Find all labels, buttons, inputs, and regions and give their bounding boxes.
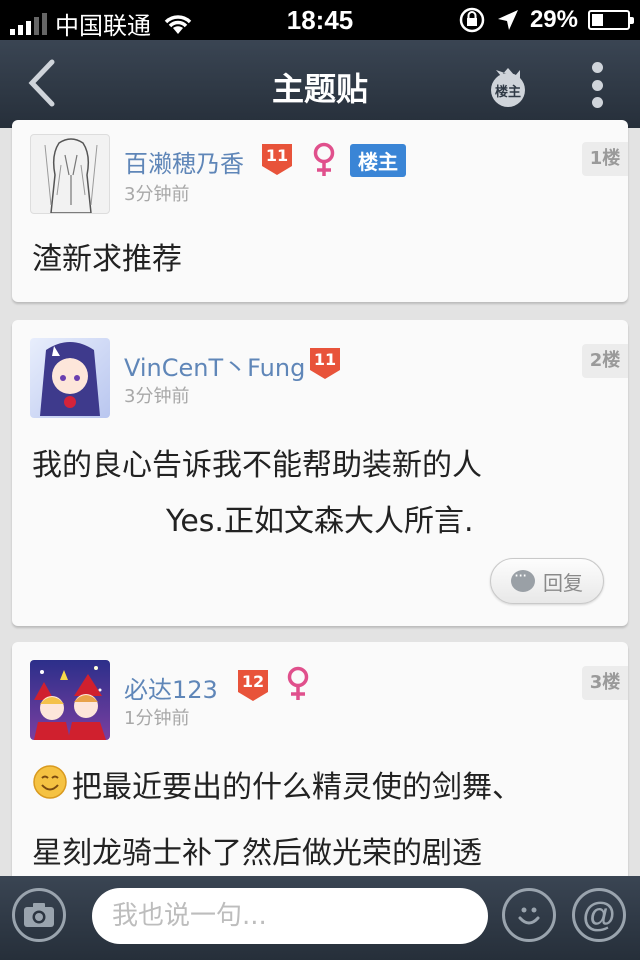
avatar[interactable] bbox=[30, 338, 110, 418]
post-time: 3分钟前 bbox=[124, 386, 190, 407]
post-content-line: 把最近要出的什么精灵使的剑舞、 bbox=[72, 770, 522, 805]
battery-percent: 29% bbox=[529, 6, 578, 33]
owner-filter-label: 楼主 bbox=[494, 85, 521, 100]
camera-button[interactable] bbox=[12, 888, 66, 942]
smiley-icon bbox=[518, 907, 540, 925]
more-options-icon[interactable] bbox=[586, 62, 608, 108]
post-card-1: 百濑穂乃香 11 楼主 3分钟前 1楼 渣新求推荐 bbox=[12, 120, 628, 302]
post-content-line: Yes.正如文森大人所言. bbox=[166, 504, 474, 539]
emoji-button[interactable] bbox=[502, 888, 556, 942]
floor-badge: 2楼 bbox=[582, 344, 628, 378]
post-content-line: 星刻龙骑士补了然后做光荣的剧透 bbox=[32, 836, 482, 871]
post-content-line: 我的良心告诉我不能帮助装新的人 bbox=[32, 448, 482, 483]
username[interactable]: 百濑穂乃香 bbox=[124, 144, 244, 179]
owner-badge: 楼主 bbox=[350, 144, 406, 177]
post-time: 1分钟前 bbox=[124, 708, 190, 729]
battery-icon bbox=[588, 10, 634, 30]
bottom-input-bar: @ bbox=[0, 876, 640, 960]
nav-bar: 主题贴 楼主 bbox=[0, 40, 640, 128]
status-bar: 中国联通 18:45 29% bbox=[0, 0, 640, 40]
owner-only-button[interactable]: 楼主 bbox=[484, 62, 532, 108]
page-title: 主题贴 bbox=[271, 70, 368, 108]
post-content-line: 渣新求推荐 bbox=[32, 242, 182, 277]
level-badge: 11 bbox=[308, 346, 342, 380]
level-badge: 12 bbox=[236, 668, 270, 702]
rotation-lock-icon bbox=[459, 7, 485, 33]
comment-icon bbox=[511, 566, 535, 592]
reply-label: 回复 bbox=[543, 570, 583, 595]
avatar[interactable] bbox=[30, 660, 110, 740]
smiley-emoticon-icon bbox=[33, 765, 67, 799]
avatar[interactable] bbox=[30, 134, 110, 214]
female-icon bbox=[287, 666, 309, 700]
floor-badge: 1楼 bbox=[582, 142, 628, 176]
level-badge: 11 bbox=[260, 142, 294, 176]
username[interactable]: 必达123 bbox=[124, 670, 218, 705]
at-icon: @ bbox=[582, 895, 616, 934]
female-icon bbox=[313, 142, 335, 176]
reply-button[interactable]: 回复 bbox=[490, 558, 604, 604]
post-card-2: VinCenT丶Fung 11 3分钟前 2楼 我的良心告诉我不能帮助装新的人 … bbox=[12, 320, 628, 626]
mention-button[interactable]: @ bbox=[572, 888, 626, 942]
camera-icon bbox=[24, 903, 54, 927]
location-icon bbox=[497, 10, 518, 30]
post-card-3: 必达123 12 1分钟前 3楼 把最近要出的什么精灵使的剑舞、 星刻龙骑士补了… bbox=[12, 642, 628, 882]
post-time: 3分钟前 bbox=[124, 184, 190, 205]
comment-input[interactable] bbox=[92, 888, 488, 944]
floor-badge: 3楼 bbox=[582, 666, 628, 700]
username[interactable]: VinCenT丶Fung bbox=[124, 348, 305, 383]
